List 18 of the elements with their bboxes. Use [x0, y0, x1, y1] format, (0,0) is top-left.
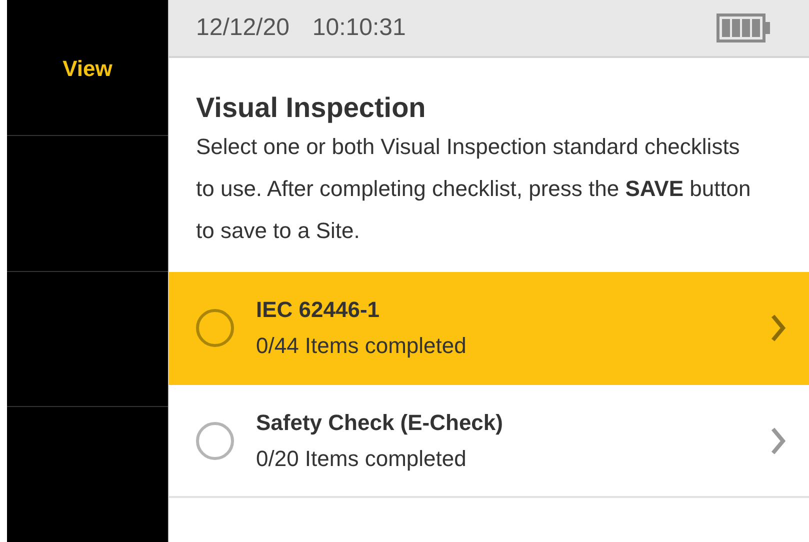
- radio-button[interactable]: [196, 422, 234, 460]
- checklist-name: Safety Check (E-Check): [256, 408, 503, 436]
- chevron-right-icon: [770, 426, 786, 456]
- instructions-text: Select one or both Visual Inspection standard checklists to use. After completing checklist, press the SAVE button to save to a Site.: [196, 133, 752, 245]
- page-title: Visual Inspection: [196, 91, 427, 125]
- checklist-progress: 0/20 Items completed: [256, 444, 468, 472]
- softkey-button[interactable]: [7, 407, 168, 542]
- radio-button[interactable]: [196, 308, 234, 346]
- time-text: 10:10:31: [312, 13, 406, 43]
- softkey-button[interactable]: [7, 272, 168, 408]
- softkey-button[interactable]: View: [7, 0, 168, 136]
- checklist-name: IEC 62446-1: [256, 296, 381, 324]
- chevron-right-icon: [770, 312, 786, 342]
- date-text: 12/12/20: [196, 13, 290, 43]
- checklist-item[interactable]: IEC 62446-1 0/44 Items completed: [169, 272, 809, 385]
- checklist-progress: 0/44 Items completed: [256, 332, 466, 360]
- softkey-button[interactable]: [7, 136, 168, 272]
- battery-icon: [716, 13, 772, 43]
